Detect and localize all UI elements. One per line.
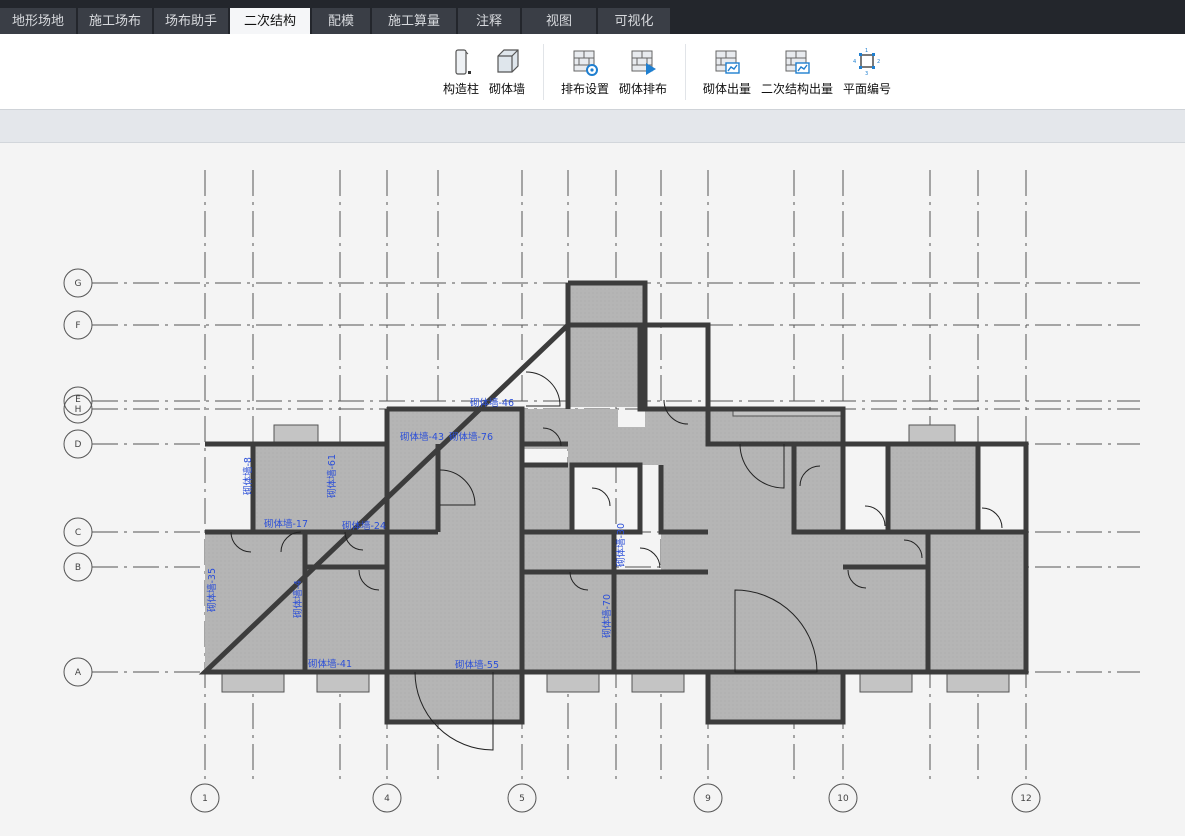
ribbon-separator [685,44,686,100]
wall-label[interactable]: 砌体墙-61 [326,454,338,498]
tab-layout-assistant[interactable]: 场布助手 [154,8,228,34]
construct-column-label: 构造柱 [442,82,479,96]
grid-label-row: F [75,321,80,331]
drawing-canvas[interactable]: G F E H D C B A 1 4 5 9 10 12 砌体墙-46 砌体墙… [0,143,1185,836]
grid-label-column: 4 [384,794,390,804]
brick-gear-icon [573,50,598,76]
brick-play-icon [631,50,656,75]
construct-column-button[interactable]: 构造柱 [440,46,482,106]
tab-terrain-site[interactable]: 地形场地 [0,8,76,34]
property-bar [0,110,1185,143]
grid-label-row: C [75,528,81,538]
column-axis-bubbles: 1 4 5 9 10 12 [190,783,1041,813]
cube-icon [497,49,519,73]
grid-label-row: H [75,405,82,415]
secondary-structure-quantity-button[interactable]: 二次结构出量 [759,46,835,106]
svg-text:3: 3 [865,71,868,77]
svg-text:4: 4 [853,59,856,65]
svg-text:2: 2 [877,59,880,65]
layout-settings-label: 排布设置 [560,82,609,96]
grid-label-column: 1 [202,794,208,804]
brick-chart-icon [785,50,810,74]
plan-number-button[interactable]: 1 2 3 4 平面编号 [839,46,895,106]
ribbon-separator [543,44,544,100]
column-icon [455,49,471,75]
wall-label[interactable]: 砌体墙-30 [615,523,627,567]
tab-view[interactable]: 视图 [522,8,596,34]
wall-label[interactable]: 砌体墙-55 [455,659,499,671]
plan-number-icon: 1 2 3 4 [853,48,880,77]
grid-label-column: 9 [705,794,711,804]
tab-bar: 地形场地 施工场布 场布助手 二次结构 配模 施工算量 注释 视图 可视化 [0,0,1185,34]
wall-label[interactable]: 砌体墙-70 [601,594,613,638]
masonry-quantity-label: 砌体出量 [702,82,751,96]
grid-label-row: A [75,668,82,678]
wall-label[interactable]: 砌体墙-46 [470,397,514,409]
wall-label[interactable]: 砌体墙-24 [342,520,386,532]
layout-settings-button[interactable]: 排布设置 [557,46,613,106]
grid-label-row: B [75,563,81,573]
masonry-wall-button[interactable]: 砌体墙 [486,46,528,106]
tab-secondary-structure[interactable]: 二次结构 [230,8,310,34]
brick-chart-icon [715,50,740,74]
masonry-layout-label: 砌体排布 [618,82,667,96]
grid-label-column: 5 [519,794,525,804]
wall-label[interactable]: 砌体墙-76 [449,431,493,443]
grid-label-column: 10 [837,794,849,804]
wall-label[interactable]: 砌体墙-35 [206,568,218,612]
tab-visualize[interactable]: 可视化 [598,8,670,34]
tab-annotation[interactable]: 注释 [458,8,520,34]
wall-label[interactable]: 砌体墙-43 [400,431,444,443]
wall-label[interactable]: 砌体墙-8 [242,457,254,495]
tab-formwork[interactable]: 配模 [312,8,370,34]
masonry-layout-button[interactable]: 砌体排布 [615,46,671,106]
plan-number-label: 平面编号 [842,82,891,96]
wall-label[interactable]: 砌体墙-17 [264,518,308,530]
wall-label[interactable]: 砌体墙-41 [308,658,352,670]
grid-label-row: G [75,279,82,289]
svg-text:1: 1 [865,48,868,54]
ribbon-toolbar: 构造柱 砌体墙 排布设置 砌体排布 砌体出量 二次结构出量 1 2 3 4 平面… [0,34,1185,110]
secondary-structure-quantity-label: 二次结构出量 [760,82,833,96]
row-axis-bubbles: G F E H D C B A [63,268,93,687]
grid-label-row: D [75,440,82,450]
wall-label[interactable]: 砌体墙-4 [292,580,304,618]
floor-plan[interactable]: G F E H D C B A 1 4 5 9 10 12 砌体墙-46 砌体墙… [0,143,1185,836]
masonry-quantity-button[interactable]: 砌体出量 [699,46,755,106]
tab-construction-layout[interactable]: 施工场布 [78,8,152,34]
grid-label-column: 12 [1020,794,1031,804]
grid-label-row: E [75,395,81,405]
masonry-wall-label: 砌体墙 [488,82,525,96]
tab-quantity[interactable]: 施工算量 [372,8,456,34]
